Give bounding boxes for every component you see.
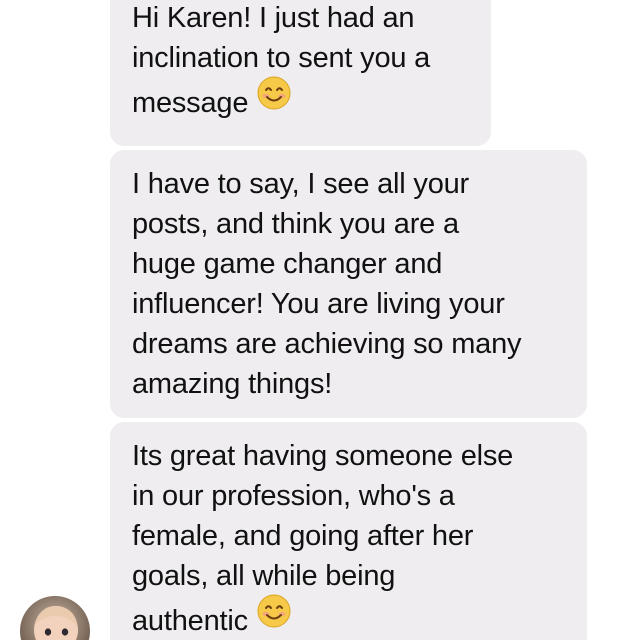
sender-avatar[interactable] (20, 596, 90, 640)
message-line: posts, and think you are a (132, 208, 459, 240)
message-line: Hi Karen! I just had an (132, 2, 415, 34)
message-line: influencer! You are living your (132, 288, 505, 320)
message-line: in our profession, who's a (132, 480, 455, 512)
message-line: inclination to sent you a (132, 42, 431, 74)
smiling-face-emoji-icon (256, 593, 292, 640)
message-line: goals, all while being (132, 560, 396, 592)
message-line-text: authentic (132, 605, 248, 637)
message-line-with-emoji: message (132, 75, 475, 128)
smiling-face-emoji-icon (256, 75, 292, 127)
message-line: dreams are achieving so many (132, 328, 522, 360)
message-line-with-emoji: authentic (132, 593, 571, 640)
message-line: I have to say, I see all your (132, 168, 470, 200)
message-bubble-2[interactable]: I have to say, I see all your posts, and… (110, 150, 587, 418)
message-line-text: message (132, 87, 249, 119)
message-line: huge game changer and (132, 248, 443, 280)
message-line: Its great having someone else (132, 440, 514, 472)
message-line: female, and going after her (132, 520, 474, 552)
message-bubble-1[interactable]: Hi Karen! I just had an inclination to s… (110, 0, 491, 146)
message-line: amazing things! (132, 368, 333, 400)
message-bubble-3[interactable]: Its great having someone else in our pro… (110, 422, 587, 640)
